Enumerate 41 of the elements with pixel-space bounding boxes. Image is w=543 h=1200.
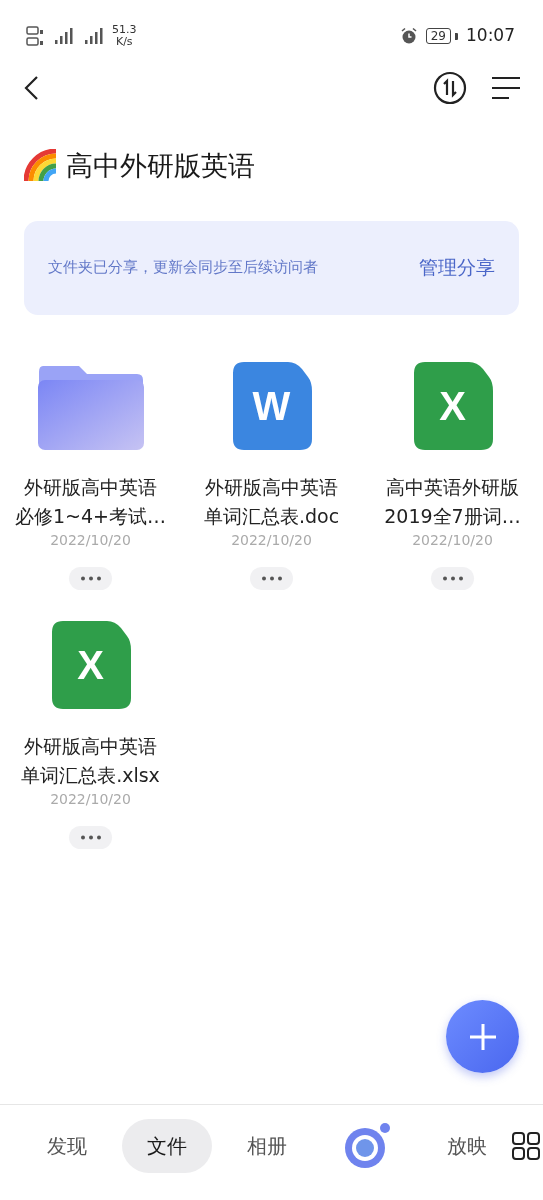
more-icon (260, 575, 283, 581)
speed-unit: K/s (114, 36, 134, 48)
battery-indicator: 29 (425, 28, 451, 44)
network-speed: 51.3 (112, 24, 137, 36)
back-button[interactable] (22, 74, 40, 102)
spreadsheet-icon: X (412, 360, 493, 451)
file-date: 2022/10/20 (50, 789, 131, 808)
more-icon (441, 575, 464, 581)
spreadsheet-icon: X (50, 619, 131, 710)
more-button[interactable] (250, 566, 293, 590)
clock: 10:07 (466, 24, 515, 48)
sort-button[interactable] (433, 71, 467, 105)
more-button[interactable] (431, 566, 474, 590)
plus-icon (467, 1021, 498, 1052)
file-date: 2022/10/20 (231, 530, 312, 549)
more-button[interactable] (69, 825, 112, 849)
nav-tab[interactable]: 发现 (22, 1118, 112, 1173)
more-icon (79, 834, 102, 840)
word-document-icon: W (231, 360, 312, 451)
file-name: 外研版高中英语 必修1~4+考试… (15, 474, 166, 529)
file-name: 外研版高中英语 单词汇总表.xlsx (21, 733, 160, 788)
file-name: 外研版高中英语 单词汇总表.doc (203, 474, 340, 529)
manage-share-link[interactable]: 管理分享 (419, 253, 495, 282)
menu-button[interactable] (491, 75, 521, 101)
more-icon (79, 575, 102, 581)
share-message: 文件夹已分享，更新会同步至后续访问者 (48, 257, 318, 279)
alarm-icon (399, 27, 418, 45)
apps-grid-button[interactable] (512, 1131, 540, 1160)
file-name: 高中英语外研版 2019全7册词… (384, 474, 521, 529)
nav-tab[interactable]: 放映 (422, 1118, 512, 1173)
rainbow-icon (24, 149, 58, 184)
nav-tab[interactable]: 文件 (122, 1118, 212, 1173)
signal-icon (52, 26, 74, 46)
file-date: 2022/10/20 (412, 530, 493, 549)
add-button[interactable] (446, 1000, 519, 1073)
sim-icon (26, 25, 44, 47)
more-button[interactable] (69, 566, 112, 590)
folder-title: 高中外研版英语 (66, 149, 255, 183)
signal-icon (82, 26, 104, 46)
nav-tab[interactable]: 相册 (222, 1118, 312, 1173)
file-date: 2022/10/20 (50, 530, 131, 549)
